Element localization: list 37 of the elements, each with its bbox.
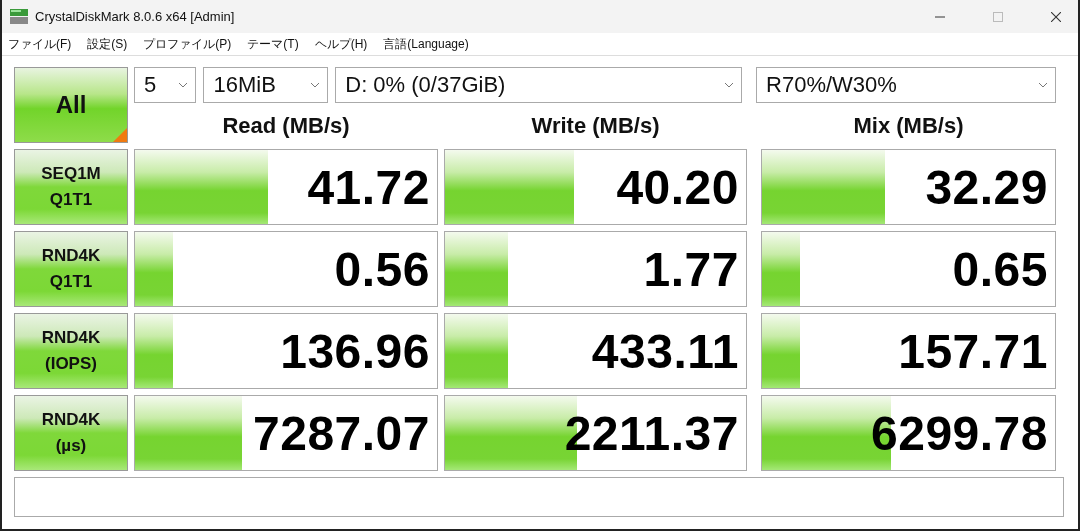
drive-dropdown[interactable]: D: 0% (0/37GiB) [335, 67, 743, 103]
chevron-icon [179, 83, 188, 88]
window-title: CrystalDiskMark 8.0.6 x64 [Admin] [35, 9, 235, 24]
comment-field[interactable] [14, 477, 1064, 517]
result-value: 136.96 [280, 323, 431, 379]
result-value: 7287.07 [253, 405, 431, 461]
result-value: 40.20 [616, 159, 740, 215]
test-button[interactable]: RND4K Q1T1 [14, 231, 128, 307]
chevron-icon [725, 83, 734, 88]
result-value: 157.71 [898, 323, 1049, 379]
column-header: Read (MB/s) [222, 113, 350, 139]
menu-item[interactable]: 設定(S) [87, 35, 128, 53]
result-value: 0.56 [334, 241, 431, 297]
result-value: 2211.37 [564, 405, 740, 461]
chevron-icon [311, 83, 320, 88]
count-dropdown[interactable]: 5 [134, 67, 197, 103]
result-value: 41.72 [307, 159, 431, 215]
test-button[interactable]: RND4K (IOPS) [14, 313, 128, 389]
result-value: 433.11 [591, 323, 740, 379]
size-dropdown[interactable]: 16MiB [203, 67, 329, 103]
column-header: Write (MB/s) [531, 113, 660, 139]
app-icon [10, 7, 28, 26]
test-button[interactable]: SEQ1M Q1T1 [14, 149, 128, 225]
all-button[interactable]: All [14, 67, 128, 143]
menu-item[interactable]: 言語(Language) [383, 35, 469, 53]
result-value: 6299.78 [871, 405, 1049, 461]
chevron-icon [1039, 83, 1047, 88]
menu-item[interactable]: ファイル(F) [8, 35, 72, 53]
menu-item[interactable]: テーマ(T) [247, 35, 299, 53]
result-value: 1.77 [643, 241, 740, 297]
column-header: Mix (MB/s) [853, 113, 964, 139]
menu-item[interactable]: ヘルプ(H) [314, 35, 368, 53]
mix-ratio-dropdown[interactable]: R70%/W30% [756, 67, 1056, 103]
menu-item[interactable]: プロファイル(P) [143, 35, 232, 53]
result-value: 32.29 [925, 159, 1049, 215]
test-button[interactable]: RND4K (µs) [14, 395, 128, 471]
result-value: 0.65 [952, 241, 1049, 297]
